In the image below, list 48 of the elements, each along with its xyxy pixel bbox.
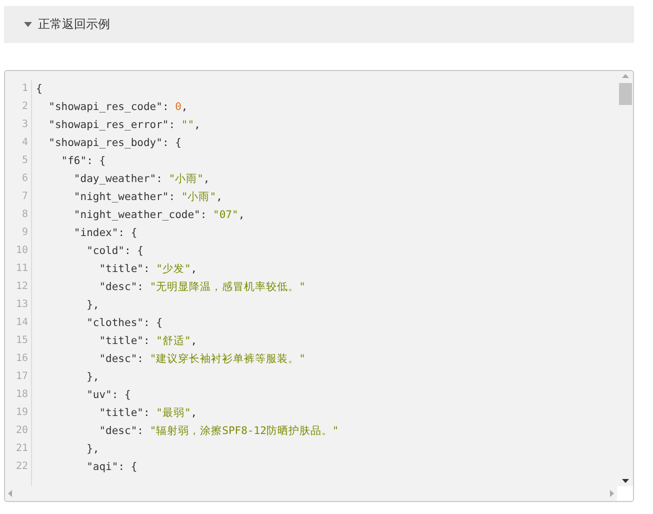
- line-number: 3: [20, 118, 28, 132]
- line-number: 18: [14, 388, 28, 402]
- line-number: 14: [14, 316, 28, 330]
- line-number: 17: [14, 370, 28, 384]
- line-number: 20: [14, 424, 28, 438]
- code-line: "title": "最弱",: [98, 406, 198, 421]
- code-line: "title": "少发",: [98, 262, 198, 277]
- code-line: },: [86, 370, 100, 385]
- line-number: 4: [20, 136, 28, 150]
- line-number: 7: [20, 190, 28, 204]
- line-number: 16: [14, 352, 28, 366]
- code-line: "showapi_res_code": 0,: [48, 100, 189, 115]
- code-line: "desc": "辐射弱，涂擦SPF8-12防晒护肤品。": [98, 424, 340, 439]
- line-number: 9: [20, 226, 28, 240]
- line-number: 5: [20, 154, 28, 168]
- line-number: 6: [20, 172, 28, 186]
- code-line: "uv": {: [86, 388, 132, 403]
- code-line: "cold": {: [86, 244, 144, 259]
- code-line: "day_weather": "小雨",: [72, 172, 211, 187]
- code-line: "aqi": {: [86, 460, 138, 475]
- line-number: 1: [20, 82, 28, 96]
- code-line: "f6": {: [60, 154, 107, 169]
- line-number: 11: [14, 262, 28, 276]
- scrollbar-corner: [617, 486, 633, 501]
- code-line: "night_weather_code": "07",: [72, 208, 246, 223]
- scrollbar-thumb[interactable]: [619, 83, 632, 105]
- line-number: 21: [14, 442, 28, 456]
- line-number: 8: [20, 208, 28, 222]
- code-line: "night_weather": "小雨",: [72, 190, 224, 205]
- code-line: },: [86, 298, 100, 313]
- section-header[interactable]: 正常返回示例: [4, 6, 634, 43]
- line-number: 12: [14, 280, 28, 294]
- code-line: "clothes": {: [86, 316, 164, 331]
- code-line: "showapi_res_error": "",: [48, 118, 202, 133]
- line-number: 19: [14, 406, 28, 420]
- code-line: {: [36, 82, 44, 97]
- code-line: },: [86, 442, 100, 457]
- code-line: "desc": "建议穿长袖衬衫单裤等服装。": [98, 352, 306, 367]
- code-line: "desc": "无明显降温，感冒机率较低。": [98, 280, 306, 295]
- code-line: "index": {: [72, 226, 138, 241]
- line-number: 10: [14, 244, 28, 258]
- line-number: 13: [14, 298, 28, 312]
- code-line: "title": "舒适",: [98, 334, 198, 349]
- line-number: 15: [14, 334, 28, 348]
- line-number: 2: [20, 100, 28, 114]
- code-line: "showapi_res_body": {: [48, 136, 182, 151]
- section-title: 正常返回示例: [38, 16, 110, 33]
- line-number: 22: [14, 460, 28, 474]
